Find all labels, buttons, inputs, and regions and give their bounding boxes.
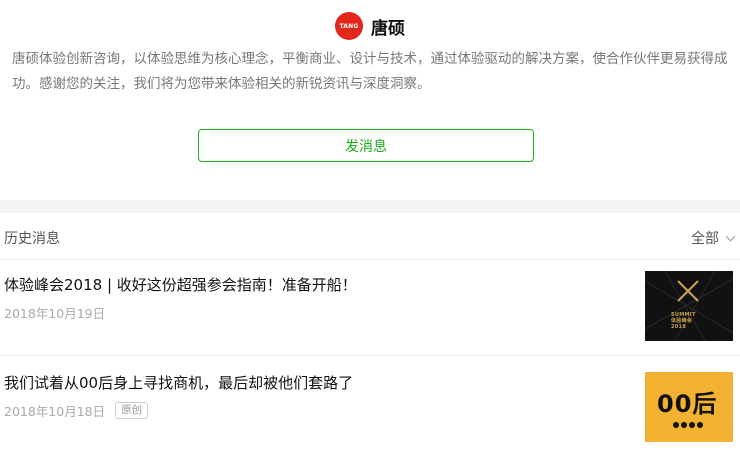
account-header: TANG 唐硕: [0, 12, 740, 40]
summit-graphic: [645, 271, 733, 341]
article-title: 体验峰会2018 | 收好这份超强参会指南！准备开船！: [4, 276, 357, 294]
article-item[interactable]: 我们试着从00后身上寻找商机，最后却被他们套路了 2018年10月18日 原创 …: [0, 356, 740, 456]
article-date: 2018年10月19日: [4, 306, 106, 321]
article-thumbnail: 00后: [645, 372, 733, 442]
original-badge: 原创: [115, 402, 149, 419]
section-divider: [0, 200, 740, 213]
account-name: 唐硕: [371, 18, 405, 39]
thumbnail-dots: [673, 422, 705, 428]
article-meta: 2018年10月19日: [4, 303, 105, 322]
filter-dropdown[interactable]: 全部: [691, 228, 736, 248]
history-header: 历史消息 全部: [0, 213, 740, 260]
account-profile: TANG 唐硕 唐硕体验创新咨询，以体验思维为核心理念，平衡商业、设计与技术，通…: [0, 0, 740, 200]
article-meta: 2018年10月18日 原创: [4, 401, 149, 420]
article-date: 2018年10月18日: [4, 404, 106, 419]
article-item[interactable]: 体验峰会2018 | 收好这份超强参会指南！准备开船！ 2018年10月19日 …: [0, 260, 740, 356]
thumbnail-caption: 00后: [657, 390, 718, 418]
chevron-down-icon: [725, 231, 736, 241]
account-logo: TANG: [335, 12, 363, 40]
filter-label: 全部: [691, 231, 719, 247]
thumbnail-caption: SUMMIT 体验峰会 2018: [671, 312, 696, 330]
history-title: 历史消息: [4, 231, 60, 247]
send-message-button[interactable]: 发消息: [198, 129, 534, 162]
article-title: 我们试着从00后身上寻找商机，最后却被他们套路了: [4, 374, 354, 392]
account-description: 唐硕体验创新咨询，以体验思维为核心理念，平衡商业、设计与技术，通过体验驱动的解决…: [12, 51, 728, 92]
article-thumbnail: SUMMIT 体验峰会 2018: [645, 271, 733, 341]
